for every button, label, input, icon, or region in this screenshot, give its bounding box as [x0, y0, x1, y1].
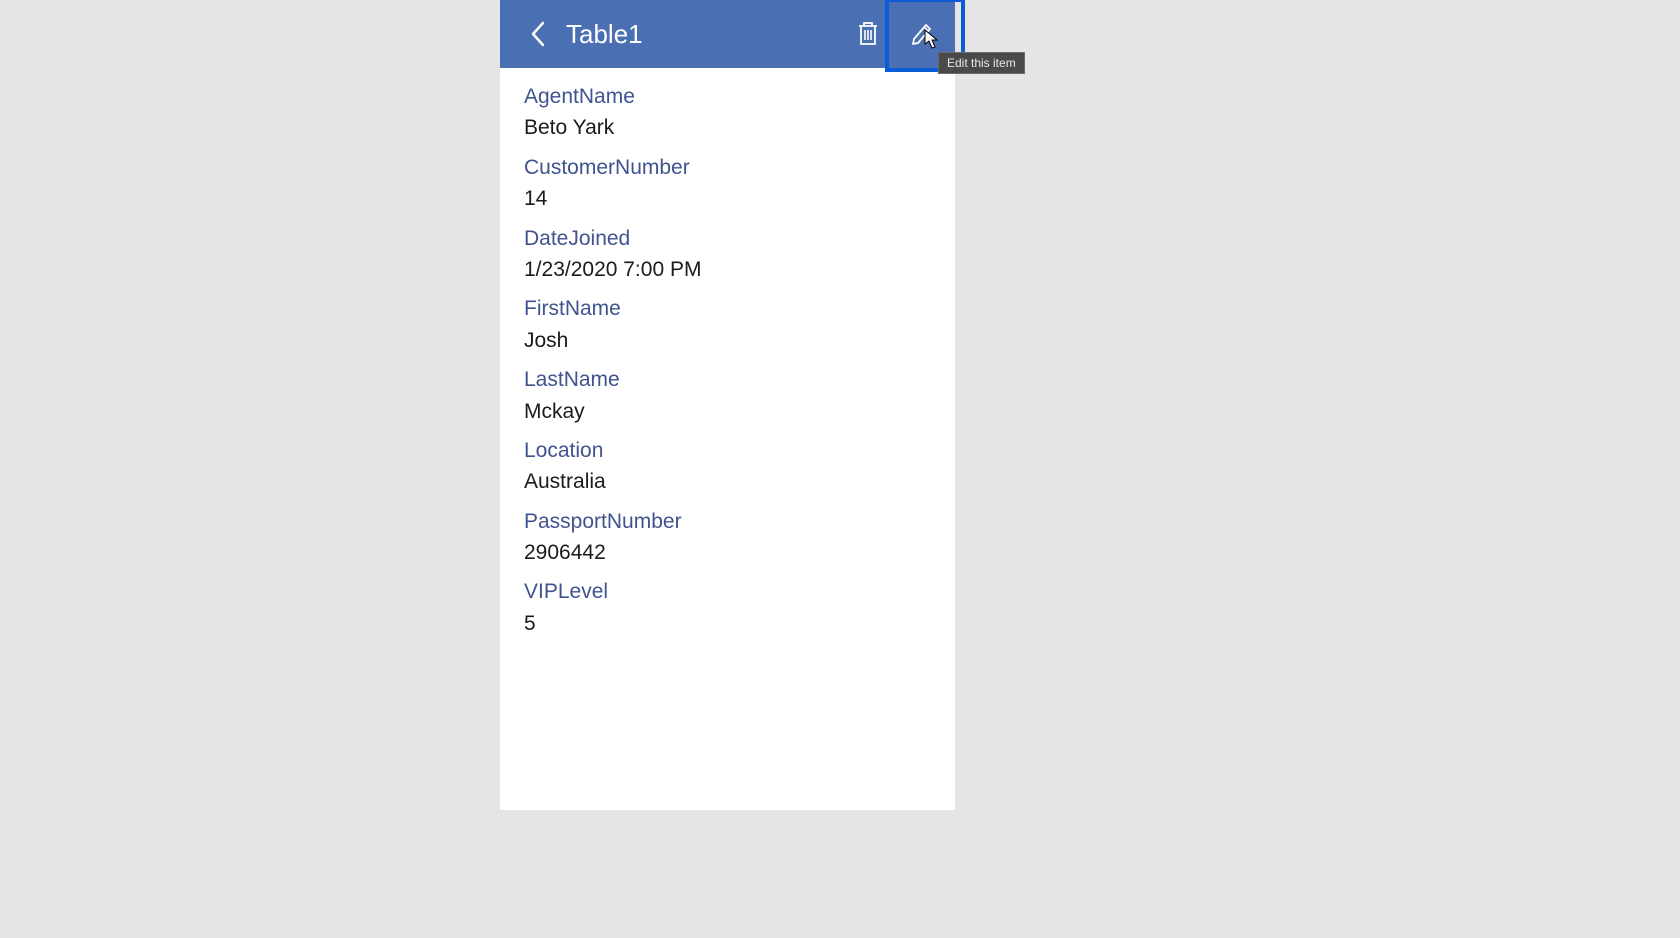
field-label: CustomerNumber [524, 153, 931, 182]
field-row: DateJoined 1/23/2020 7:00 PM [524, 224, 931, 285]
field-value: Australia [524, 467, 931, 496]
field-value: Mckay [524, 397, 931, 426]
field-label: PassportNumber [524, 507, 931, 536]
delete-button[interactable] [847, 13, 889, 55]
edit-button[interactable] [901, 13, 943, 55]
detail-content: AgentName Beto Yark CustomerNumber 14 Da… [500, 68, 955, 810]
field-row: FirstName Josh [524, 294, 931, 355]
field-label: Location [524, 436, 931, 465]
field-value: Josh [524, 326, 931, 355]
field-label: FirstName [524, 294, 931, 323]
detail-screen: Table1 [500, 0, 955, 810]
field-value: 1/23/2020 7:00 PM [524, 255, 931, 284]
field-label: AgentName [524, 82, 931, 111]
field-label: DateJoined [524, 224, 931, 253]
edit-tooltip: Edit this item [938, 52, 1025, 74]
field-row: AgentName Beto Yark [524, 82, 931, 143]
field-row: LastName Mckay [524, 365, 931, 426]
field-value: 5 [524, 609, 931, 638]
field-value: Beto Yark [524, 113, 931, 142]
field-value: 2906442 [524, 538, 931, 567]
field-row: CustomerNumber 14 [524, 153, 931, 214]
field-row: Location Australia [524, 436, 931, 497]
field-label: VIPLevel [524, 577, 931, 606]
field-value: 14 [524, 184, 931, 213]
chevron-left-icon [529, 20, 547, 48]
trash-icon [856, 21, 880, 47]
back-button[interactable] [518, 14, 558, 54]
field-row: PassportNumber 2906442 [524, 507, 931, 568]
header-bar: Table1 [500, 0, 955, 68]
pencil-icon [910, 21, 934, 47]
field-row: VIPLevel 5 [524, 577, 931, 638]
header-actions [847, 13, 951, 55]
page-title: Table1 [566, 19, 847, 50]
field-label: LastName [524, 365, 931, 394]
